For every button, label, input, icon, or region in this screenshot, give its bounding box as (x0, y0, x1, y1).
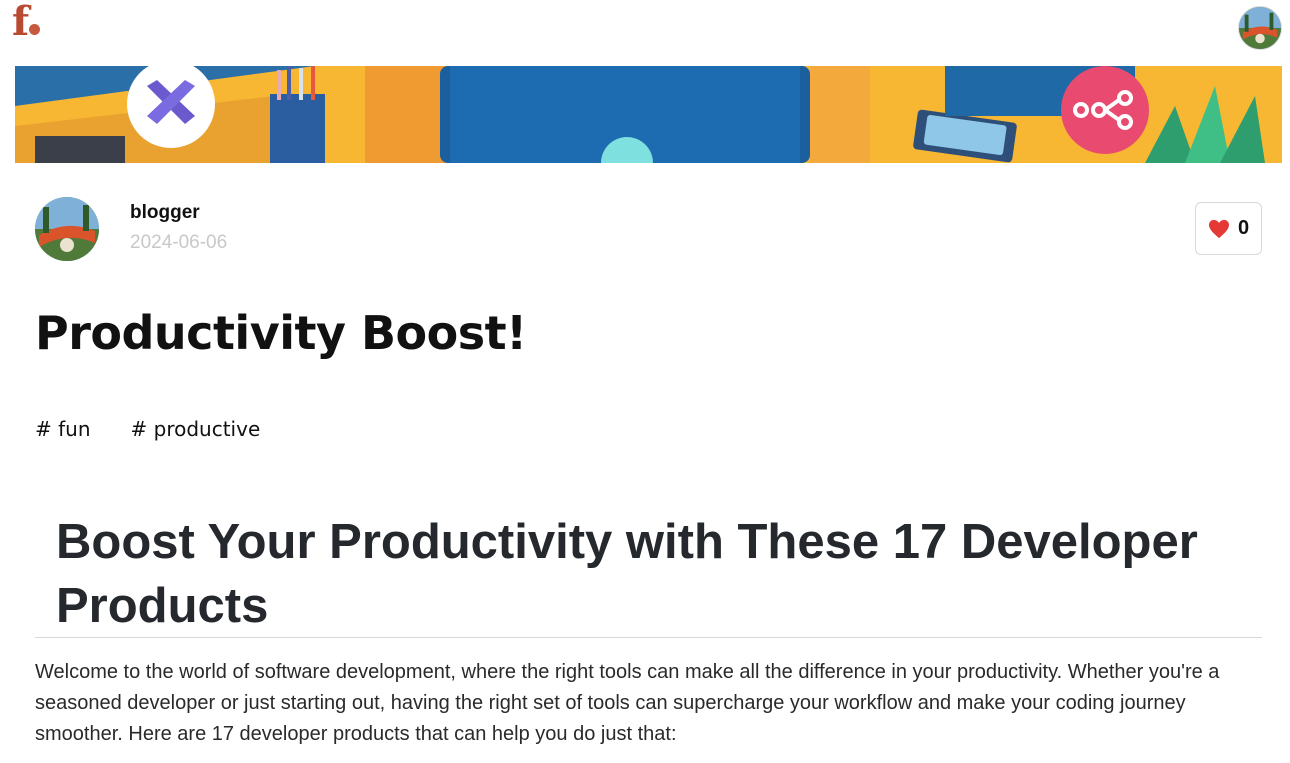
author-avatar[interactable] (35, 197, 99, 261)
like-button[interactable]: 0 (1195, 202, 1262, 255)
cover-banner (15, 66, 1282, 163)
article-intro: Welcome to the world of software develop… (35, 661, 1220, 745)
desk-illustration-banner (15, 66, 1282, 163)
top-bar: f (0, 0, 1290, 60)
post-date: 2024-06-06 (130, 232, 228, 253)
logo-dot-icon (29, 24, 41, 35)
brand-logo[interactable]: f (12, 0, 41, 45)
article-heading: Boost Your Productivity with These 17 De… (56, 515, 1198, 633)
like-count: 0 (1237, 217, 1250, 239)
logo-letter: f (12, 0, 29, 45)
tag-productive[interactable]: # productive (131, 417, 261, 441)
tag-fun[interactable]: # fun (35, 417, 91, 441)
heading-divider (35, 637, 1262, 638)
tag-list: # fun # productive (35, 417, 260, 441)
author-avatar-image (35, 197, 99, 261)
author-row: blogger 2024-06-06 0 (35, 197, 1262, 261)
heart-icon (1208, 219, 1229, 238)
author-name[interactable]: blogger (130, 202, 200, 224)
user-avatar[interactable] (1238, 6, 1282, 50)
post-title: Productivity Boost! (35, 306, 527, 360)
user-avatar-image (1239, 7, 1281, 49)
